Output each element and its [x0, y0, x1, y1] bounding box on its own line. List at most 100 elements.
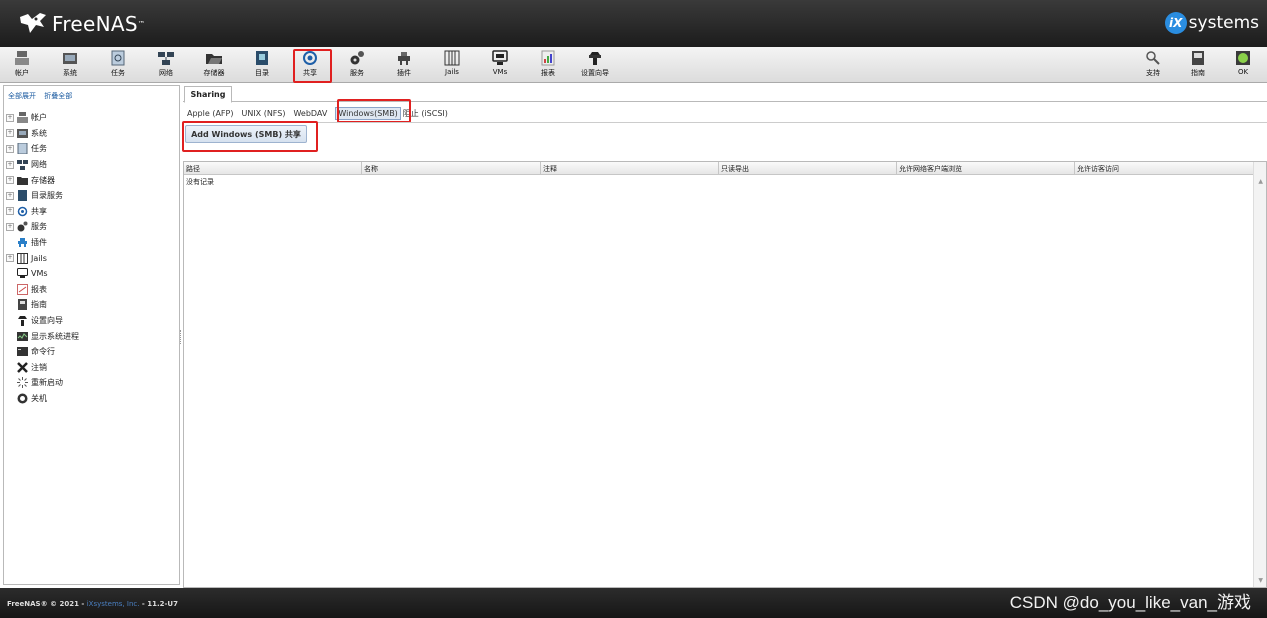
users-icon — [13, 49, 31, 66]
subtab-webdav[interactable]: WebDAV — [293, 109, 327, 118]
toolbar-label: 服务 — [350, 69, 364, 77]
panel-splitter[interactable] — [180, 330, 182, 344]
expand-toggle-icon[interactable]: + — [6, 176, 14, 185]
expand-toggle-icon[interactable]: + — [6, 191, 14, 200]
tree-item-vms[interactable]: VMs — [6, 266, 79, 282]
collapse-all-link[interactable]: 折叠全部 — [44, 92, 72, 100]
toolbar-users-button[interactable]: 帐户 — [0, 49, 44, 81]
tab-sharing[interactable]: Sharing — [184, 86, 232, 103]
reporting-icon — [539, 49, 557, 66]
system-icon — [61, 49, 79, 66]
toolbar-directory-button[interactable]: 目录 — [240, 49, 284, 81]
toolbar-guide-button[interactable]: 指南 — [1176, 49, 1220, 81]
tree-item-label: 关机 — [31, 393, 47, 403]
toolbar-label: 任务 — [111, 69, 125, 77]
freenas-logo[interactable]: FreeNAS ™ — [18, 9, 145, 39]
ix-mark: iX — [1164, 12, 1187, 34]
tree-item-label: 目录服务 — [31, 191, 63, 201]
tree-item-shell[interactable]: 命令行 — [6, 344, 79, 360]
tree-item-plugins[interactable]: 插件 — [6, 235, 79, 251]
toolbar-label: 插件 — [397, 69, 411, 77]
expand-toggle-icon[interactable]: + — [6, 222, 14, 231]
tree-item-services[interactable]: + 服务 — [6, 219, 79, 235]
guide-icon — [1189, 49, 1207, 66]
tree-item-accounts[interactable]: + 帐户 — [6, 110, 79, 126]
tree-item-system[interactable]: + 系统 — [6, 126, 79, 142]
tree-item-label: 共享 — [31, 206, 47, 216]
logout-icon — [17, 361, 28, 373]
toolbar-plugins-button[interactable]: 插件 — [382, 49, 426, 81]
tree-item-tasks[interactable]: + 任务 — [6, 141, 79, 157]
column-header-readonly[interactable]: 只读导出 — [719, 162, 897, 175]
vms-icon — [491, 49, 509, 66]
toolbar-reporting-button[interactable]: 报表 — [526, 49, 570, 81]
tree-item-label: 服务 — [31, 222, 47, 232]
toolbar-vms-button[interactable]: VMs — [478, 49, 522, 81]
toolbar-jails-button[interactable]: Jails — [430, 49, 474, 81]
app-footer: FreeNAS® © 2021 - iXsystems, Inc. - 11.2… — [0, 588, 1267, 618]
toolbar-label: 网络 — [159, 69, 173, 77]
company-link[interactable]: iXsystems, Inc. — [87, 600, 140, 608]
tree-item-shutdown[interactable]: 关机 — [6, 391, 79, 407]
tree-item-label: 任务 — [31, 144, 47, 154]
tree-item-reporting[interactable]: 报表 — [6, 282, 79, 298]
subtab-afp[interactable]: Apple (AFP) — [187, 109, 233, 118]
toolbar-services-button[interactable]: 服务 — [335, 49, 379, 81]
toolbar-label: 指南 — [1191, 69, 1205, 77]
expand-toggle-icon[interactable]: + — [6, 144, 14, 153]
toolbar-tasks-button[interactable]: 任务 — [96, 49, 140, 81]
toolbar-storage-button[interactable]: 存储器 — [192, 49, 236, 81]
tree-item-label: 命令行 — [31, 347, 55, 357]
tree-item-directory-services[interactable]: + 目录服务 — [6, 188, 79, 204]
left-nav-panel: 全部展开 折叠全部 + 帐户 + 系统 + 任务 + 网络 + 存储器 + 目录服务 + 共享… — [3, 85, 180, 585]
column-header-browsable[interactable]: 允许网络客户端浏览 — [897, 162, 1075, 175]
toolbar-network-button[interactable]: 网络 — [144, 49, 188, 81]
subtab-nfs[interactable]: UNIX (NFS) — [241, 109, 285, 118]
toolbar-label: VMs — [492, 68, 508, 76]
expand-toggle-icon[interactable]: + — [6, 207, 14, 216]
expand-toggle-icon[interactable]: + — [6, 160, 14, 169]
subtab-divider — [183, 122, 1267, 123]
tree-item-storage[interactable]: + 存储器 — [6, 172, 79, 188]
power-icon — [17, 393, 28, 404]
tree-item-reboot[interactable]: 重新启动 — [6, 375, 79, 391]
network-icon — [157, 49, 175, 66]
sharing-icon — [17, 206, 28, 217]
toolbar-label: 支持 — [1146, 69, 1160, 77]
toolbar-system-button[interactable]: 系统 — [48, 49, 92, 81]
toolbar-support-button[interactable]: 支持 — [1131, 49, 1175, 81]
services-icon — [17, 221, 28, 232]
footer-copyright: FreeNAS® © 2021 - iXsystems, Inc. - 11.2… — [7, 600, 178, 608]
toolbar-label: 设置向导 — [581, 69, 609, 77]
shell-icon — [17, 346, 28, 357]
toolbar-label: 帐户 — [15, 69, 29, 77]
expand-all-link[interactable]: 全部展开 — [8, 92, 36, 100]
tree-item-network[interactable]: + 网络 — [6, 157, 79, 173]
expand-toggle-icon[interactable]: + — [6, 129, 14, 138]
toolbar-label: OK — [1237, 68, 1249, 76]
tree-item-guide[interactable]: 指南 — [6, 297, 79, 313]
ixsystems-logo[interactable]: iX systems — [1164, 11, 1259, 35]
column-header-guest[interactable]: 允许访客访问 — [1075, 162, 1254, 175]
tree-item-wizard[interactable]: 设置向导 — [6, 313, 79, 329]
reporting-icon — [17, 283, 28, 295]
grid-scrollbar[interactable]: ▲ ▼ — [1253, 162, 1266, 587]
tree-item-processes[interactable]: 显示系统进程 — [6, 328, 79, 344]
toolbar-wizard-button[interactable]: 设置向导 — [573, 49, 617, 81]
column-header-path[interactable]: 路径 — [184, 162, 362, 175]
directory-icon — [17, 190, 28, 202]
tree-item-logout[interactable]: 注销 — [6, 360, 79, 376]
toolbar-label: Jails — [445, 68, 459, 76]
column-header-name[interactable]: 名称 — [362, 162, 541, 175]
smb-subtab-highlight-box — [337, 99, 411, 123]
scroll-up-icon[interactable]: ▲ — [1258, 178, 1263, 185]
expand-toggle-icon[interactable]: + — [6, 113, 14, 122]
tree-item-sharing[interactable]: + 共享 — [6, 204, 79, 220]
scroll-down-icon[interactable]: ▼ — [1258, 577, 1263, 584]
expand-toggle-icon[interactable]: + — [6, 254, 14, 263]
column-header-comment[interactable]: 注释 — [541, 162, 719, 175]
network-icon — [17, 159, 28, 171]
toolbar-alert-button[interactable]: OK — [1221, 49, 1265, 81]
tree-item-jails[interactable]: + Jails — [6, 250, 79, 266]
main-content: Sharing Apple (AFP) UNIX (NFS) WebDAV Wi… — [182, 84, 1267, 588]
